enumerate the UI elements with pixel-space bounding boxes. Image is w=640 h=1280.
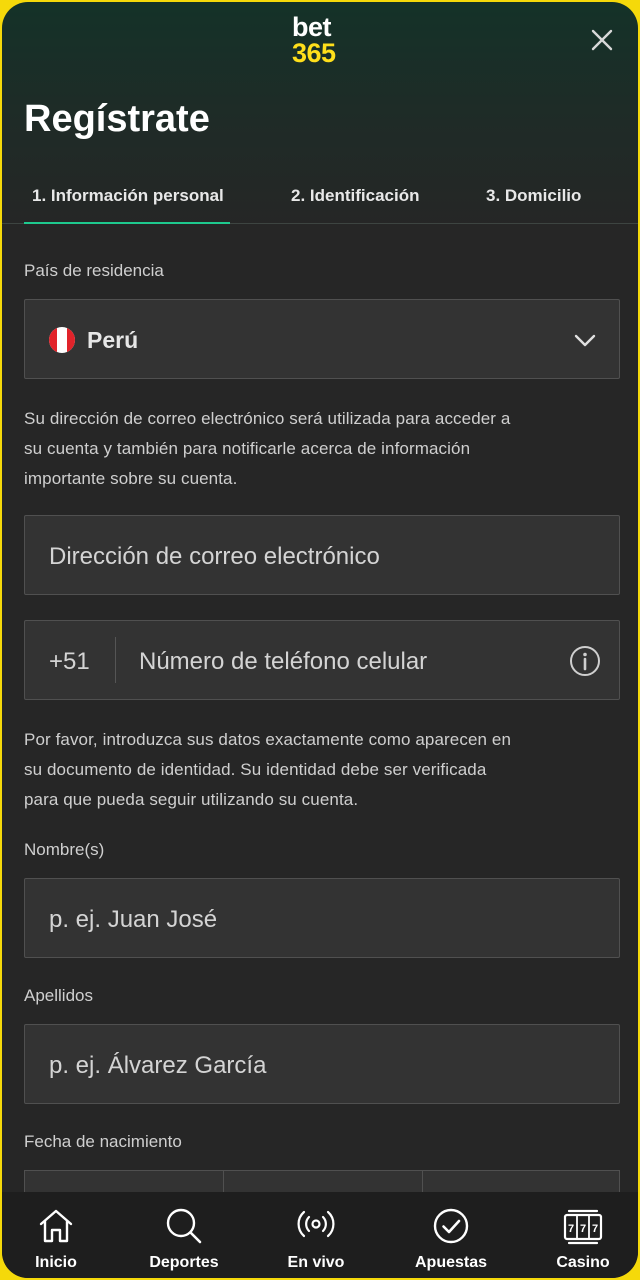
nav-inicio[interactable]: Inicio — [2, 1192, 120, 1278]
search-icon — [164, 1206, 204, 1246]
nav-deportes-label: Deportes — [149, 1254, 219, 1271]
birth-date-label: Fecha de nacimiento — [24, 1132, 182, 1151]
nav-apuestas[interactable]: Apuestas — [387, 1192, 515, 1278]
identity-note-line: su documento de identidad. Su identidad … — [24, 760, 487, 779]
last-name-field[interactable]: p. ej. Álvarez García — [24, 1024, 620, 1104]
identity-note-line: Por favor, introduzca sus datos exactame… — [24, 730, 511, 749]
identity-note: Por favor, introduzca sus datos exactame… — [24, 725, 618, 815]
slot-machine-icon: 7 7 7 — [563, 1206, 603, 1246]
logo-line-2: 365 — [292, 38, 336, 68]
peru-flag-icon — [49, 327, 75, 353]
bottom-nav: Inicio Deportes En vivo Apuestas 7 7 7 C… — [2, 1192, 638, 1278]
email-info-line: su cuenta y también para notificarle ace… — [24, 439, 471, 458]
email-info-line: Su dirección de correo electrónico será … — [24, 409, 511, 428]
svg-text:7: 7 — [580, 1223, 586, 1235]
phone-field[interactable]: +51 Número de teléfono celular — [24, 620, 620, 700]
live-broadcast-icon — [296, 1206, 336, 1246]
bet365-logo: bet 365 — [292, 12, 352, 68]
chevron-down-icon — [573, 328, 597, 352]
first-name-label: Nombre(s) — [24, 840, 105, 859]
nav-en-vivo-label: En vivo — [287, 1254, 345, 1271]
last-name-label: Apellidos — [24, 986, 93, 1005]
email-info-line: importante sobre su cuenta. — [24, 469, 238, 488]
page-title: Regístrate — [24, 98, 210, 140]
logo-line-1: bet — [292, 12, 332, 42]
country-value: Perú — [87, 327, 139, 353]
phone-prefix[interactable]: +51 — [49, 648, 90, 676]
step-tabs: 1. Información personal 2. Identificació… — [2, 172, 638, 224]
nav-casino-label: Casino — [556, 1254, 610, 1271]
email-field[interactable]: Dirección de correo electrónico — [24, 515, 620, 595]
country-select[interactable]: Perú — [24, 299, 620, 379]
phone-placeholder: Número de teléfono celular — [139, 648, 428, 675]
svg-text:7: 7 — [592, 1223, 598, 1235]
first-name-placeholder: p. ej. Juan José — [49, 906, 218, 933]
app-frame: bet 365 Regístrate 1. Información person… — [2, 2, 638, 1278]
nav-inicio-label: Inicio — [35, 1254, 77, 1271]
email-info-text: Su dirección de correo electrónico será … — [24, 404, 618, 494]
tab-address[interactable]: 3. Domicilio — [486, 186, 581, 206]
phone-separator — [115, 637, 116, 683]
first-name-field[interactable]: p. ej. Juan José — [24, 878, 620, 958]
header: bet 365 — [2, 2, 638, 92]
identity-note-line: para que pueda seguir utilizando su cuen… — [24, 790, 359, 809]
tab-identification[interactable]: 2. Identificación — [291, 186, 419, 206]
nav-apuestas-label: Apuestas — [414, 1254, 488, 1271]
country-label: País de residencia — [24, 261, 164, 280]
nav-casino[interactable]: 7 7 7 Casino — [519, 1192, 638, 1278]
email-placeholder: Dirección de correo electrónico — [49, 543, 380, 570]
home-icon — [36, 1206, 76, 1246]
last-name-placeholder: p. ej. Álvarez García — [49, 1052, 267, 1079]
info-icon[interactable] — [569, 645, 601, 677]
nav-en-vivo[interactable]: En vivo — [252, 1192, 380, 1278]
close-icon[interactable] — [588, 26, 616, 54]
nav-deportes[interactable]: Deportes — [120, 1192, 248, 1278]
svg-text:7: 7 — [568, 1223, 574, 1235]
check-circle-icon — [431, 1206, 471, 1246]
tab-personal-info[interactable]: 1. Información personal — [24, 186, 230, 224]
